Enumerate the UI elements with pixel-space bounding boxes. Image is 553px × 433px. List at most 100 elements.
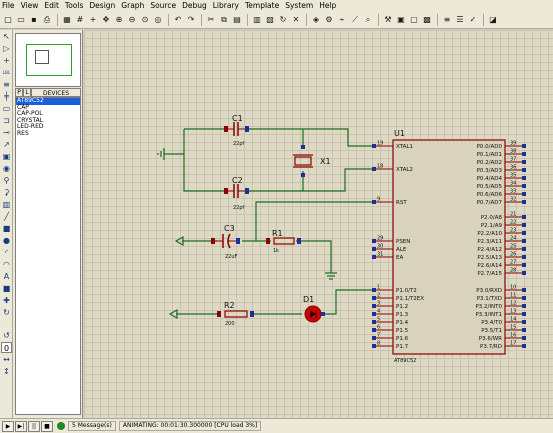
property-tool-icon[interactable]: ⚒: [382, 14, 394, 26]
menu-template[interactable]: Template: [245, 0, 279, 12]
menu-design[interactable]: Design: [89, 0, 115, 12]
line-icon[interactable]: ╱: [1, 211, 12, 222]
remove-sheet-icon[interactable]: ▩: [421, 14, 433, 26]
block-move-icon[interactable]: ▧: [264, 14, 276, 26]
terminal-icon[interactable]: ⊐: [1, 115, 12, 126]
menu-file[interactable]: File: [2, 0, 15, 12]
rotate-ccw-icon[interactable]: ↺: [1, 330, 12, 341]
new-icon[interactable]: □: [2, 14, 14, 26]
play-button[interactable]: ▶: [2, 420, 14, 432]
zoom-area-icon[interactable]: ◎: [152, 14, 164, 26]
symbol-icon[interactable]: ■: [1, 283, 12, 294]
menu-debug[interactable]: Debug: [182, 0, 207, 12]
menu-system[interactable]: System: [285, 0, 313, 12]
menu-library[interactable]: Library: [213, 0, 239, 12]
circle-icon[interactable]: ●: [1, 235, 12, 246]
led-d1[interactable]: D1: [303, 295, 325, 323]
select-icon[interactable]: ↖: [1, 31, 12, 42]
microcontroller-u1[interactable]: U1 AT89C52 19XTAL118XTAL29RST29PSEN30ALE…: [372, 129, 526, 364]
schematic-canvas[interactable]: C1 22pf C2 22pf X1 C3 22uF R1 1k R2 200 …: [84, 30, 553, 418]
marker-icon[interactable]: ✚: [1, 295, 12, 306]
wire-xtal1[interactable]: [247, 128, 373, 147]
device-pin-icon[interactable]: ⊸: [1, 127, 12, 138]
voltage-probe-icon[interactable]: ⚲: [1, 175, 12, 186]
block-rotate-icon[interactable]: ↻: [277, 14, 289, 26]
wire-r1-gnd[interactable]: [296, 240, 332, 273]
menu-graph[interactable]: Graph: [121, 0, 144, 12]
overview-window[interactable]: [15, 33, 81, 87]
zoom-all-icon[interactable]: ⊙: [139, 14, 151, 26]
mirror-y-icon[interactable]: ↕: [1, 366, 12, 377]
copy-icon[interactable]: ⧉: [218, 14, 230, 26]
new-sheet-icon[interactable]: ▢: [408, 14, 420, 26]
subcircuit-icon[interactable]: ▭: [1, 103, 12, 114]
vcc-terminal[interactable]: [174, 235, 184, 247]
resistor-r2[interactable]: R2 200: [217, 301, 254, 327]
block-delete-icon[interactable]: ✕: [290, 14, 302, 26]
capacitor-c1[interactable]: C1 22pf: [224, 114, 249, 147]
rotate-cw-icon[interactable]: ↻: [1, 307, 12, 318]
netlist-icon[interactable]: ≡: [441, 14, 453, 26]
pick-device-icon[interactable]: ◈: [310, 14, 322, 26]
menu-tools[interactable]: Tools: [65, 0, 83, 12]
grid-icon[interactable]: #: [74, 14, 86, 26]
resistor-r1[interactable]: R1 1k: [266, 229, 301, 254]
open-icon[interactable]: ▭: [15, 14, 27, 26]
step-button[interactable]: ▶|: [15, 420, 27, 432]
virtual-instrument-icon[interactable]: ▥: [1, 199, 12, 210]
capacitor-c2[interactable]: C2 22pf: [224, 176, 249, 211]
bus-icon[interactable]: ╪: [1, 91, 12, 102]
generator-icon[interactable]: ◉: [1, 163, 12, 174]
menu-source[interactable]: Source: [150, 0, 176, 12]
zoom-out-icon[interactable]: ⊖: [126, 14, 138, 26]
crystal-x1[interactable]: X1: [293, 145, 331, 177]
wire-autorouter-icon[interactable]: ⟋: [349, 14, 361, 26]
text-script-icon[interactable]: ≡: [1, 79, 12, 90]
device-item-res[interactable]: RES: [16, 130, 80, 138]
wire-gnd-c1[interactable]: [164, 129, 185, 155]
wire-xtal2[interactable]: [247, 168, 373, 192]
print-icon[interactable]: ⎙: [41, 14, 53, 26]
graph-icon[interactable]: ↗: [1, 139, 12, 150]
junction-icon[interactable]: +: [1, 55, 12, 66]
zoom-in-icon[interactable]: ⊕: [113, 14, 125, 26]
block-copy-icon[interactable]: ▥: [251, 14, 263, 26]
wire-c2-left[interactable]: [183, 154, 224, 192]
angle-field[interactable]: 0: [1, 342, 12, 353]
arc-icon[interactable]: ◜: [1, 247, 12, 258]
pause-button[interactable]: ||: [28, 420, 40, 432]
tape-icon[interactable]: ▣: [1, 151, 12, 162]
path-icon[interactable]: ◠: [1, 259, 12, 270]
capacitor-c3[interactable]: C3 22uF: [211, 224, 240, 260]
make-device-icon[interactable]: ⚙: [323, 14, 335, 26]
stop-button[interactable]: ■: [41, 420, 53, 432]
undo-icon[interactable]: ↶: [172, 14, 184, 26]
pick-devices-button[interactable]: P: [15, 88, 23, 97]
current-probe-icon[interactable]: ⚳: [1, 187, 12, 198]
wire-label-icon[interactable]: LBL: [1, 67, 12, 78]
redo-icon[interactable]: ↷: [185, 14, 197, 26]
bom-icon[interactable]: ☰: [454, 14, 466, 26]
menu-edit[interactable]: Edit: [44, 0, 59, 12]
save-icon[interactable]: ▪: [28, 14, 40, 26]
messages-count[interactable]: 5 Message(s): [68, 421, 116, 431]
mirror-x-icon[interactable]: ↔: [1, 354, 12, 365]
paste-icon[interactable]: ▤: [231, 14, 243, 26]
pan-icon[interactable]: ✥: [100, 14, 112, 26]
search-icon[interactable]: ⌕: [362, 14, 374, 26]
decompose-icon[interactable]: ⌁: [336, 14, 348, 26]
origin-icon[interactable]: +: [87, 14, 99, 26]
area-icon[interactable]: ▦: [61, 14, 73, 26]
menu-view[interactable]: View: [21, 0, 39, 12]
box-icon[interactable]: ■: [1, 223, 12, 234]
library-manager-button[interactable]: L: [23, 88, 31, 97]
electrical-check-icon[interactable]: ✓: [467, 14, 479, 26]
component-icon[interactable]: ▷: [1, 43, 12, 54]
wire-d1-p10[interactable]: [324, 289, 373, 315]
design-explorer-icon[interactable]: ▣: [395, 14, 407, 26]
device-list[interactable]: AT89C52 CAP CAP-POL CRYSTAL LED-RED RES: [15, 97, 81, 415]
text-icon[interactable]: A: [1, 271, 12, 282]
ares-icon[interactable]: ◪: [487, 14, 499, 26]
led-terminal[interactable]: [168, 308, 178, 320]
menu-help[interactable]: Help: [319, 0, 336, 12]
